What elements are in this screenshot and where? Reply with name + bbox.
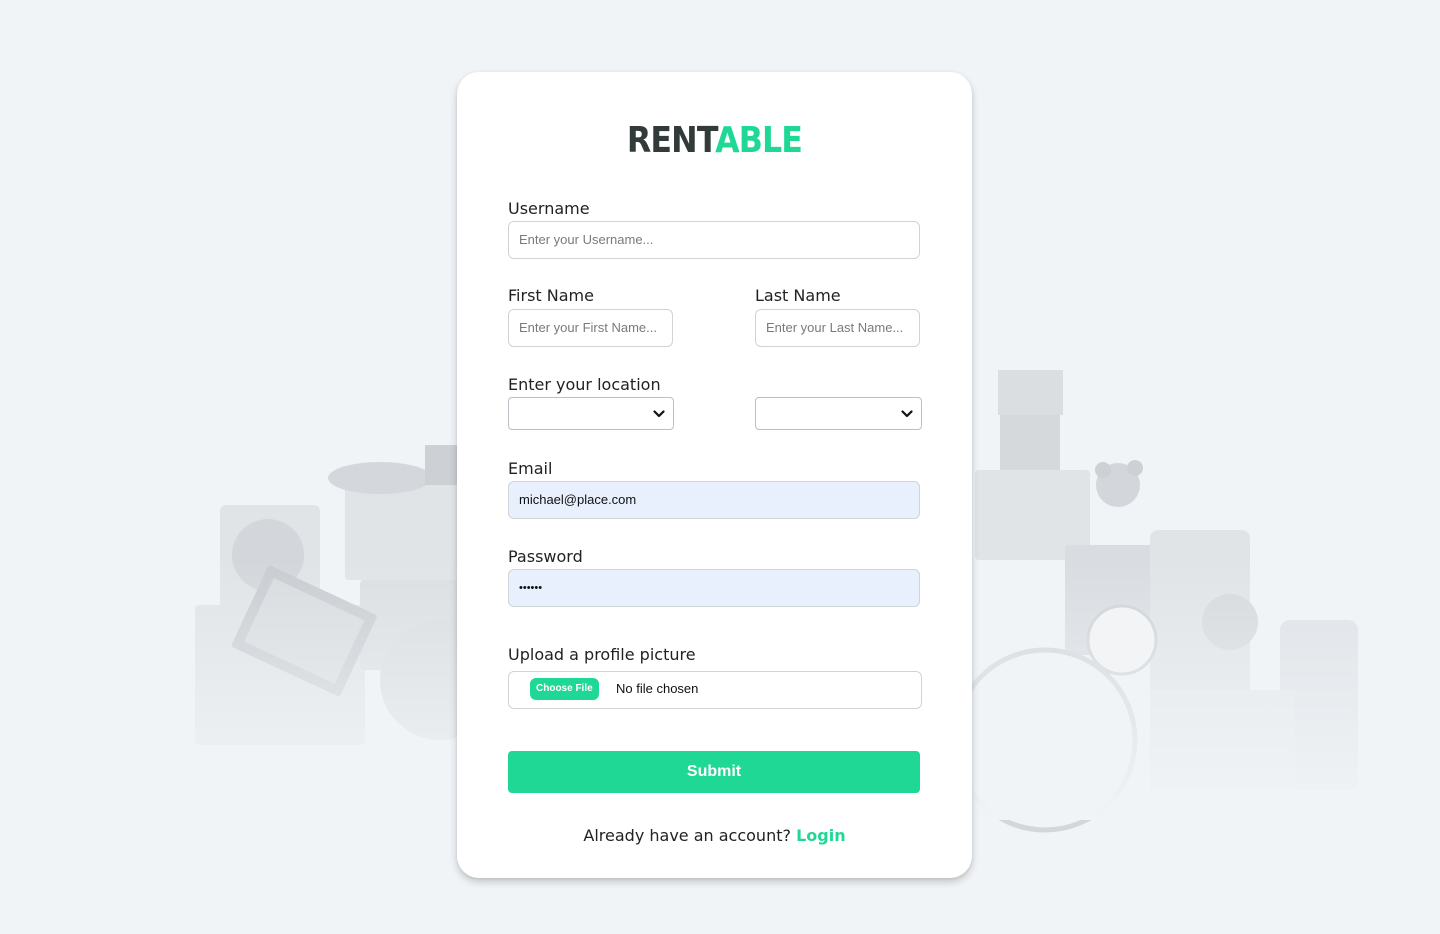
- password-label: Password: [508, 547, 583, 566]
- username-label: Username: [508, 199, 590, 218]
- login-link[interactable]: Login: [796, 826, 846, 845]
- signup-page: RENTABLE Username Enter your Username...…: [0, 0, 1440, 934]
- brand-logo: RENTABLE: [488, 120, 941, 161]
- brand-logo-rent: RENT: [626, 120, 716, 161]
- brand-logo-able: ABLE: [715, 120, 803, 161]
- login-prompt: Already have an account? Login: [457, 826, 972, 845]
- email-label: Email: [508, 459, 553, 478]
- submit-button[interactable]: Submit: [508, 751, 920, 793]
- last-name-label: Last Name: [755, 286, 841, 305]
- chevron-down-icon: [901, 410, 913, 418]
- email-input[interactable]: michael@place.com: [508, 481, 920, 519]
- file-upload-field: Choose File No file chosen: [508, 671, 922, 709]
- file-status: No file chosen: [616, 681, 699, 696]
- first-name-label: First Name: [508, 286, 594, 305]
- choose-file-button[interactable]: Choose File: [530, 678, 599, 700]
- first-name-input[interactable]: Enter your First Name...: [508, 309, 673, 347]
- last-name-input[interactable]: Enter your Last Name...: [755, 309, 920, 347]
- login-prompt-text: Already have an account?: [583, 826, 791, 845]
- upload-label: Upload a profile picture: [508, 645, 696, 664]
- location-select-1[interactable]: [508, 397, 674, 430]
- location-label: Enter your location: [508, 375, 661, 394]
- chevron-down-icon: [653, 410, 665, 418]
- location-select-2[interactable]: [755, 397, 922, 430]
- password-input[interactable]: ••••••: [508, 569, 920, 607]
- username-input[interactable]: Enter your Username...: [508, 221, 920, 259]
- signup-card: RENTABLE Username Enter your Username...…: [457, 72, 972, 878]
